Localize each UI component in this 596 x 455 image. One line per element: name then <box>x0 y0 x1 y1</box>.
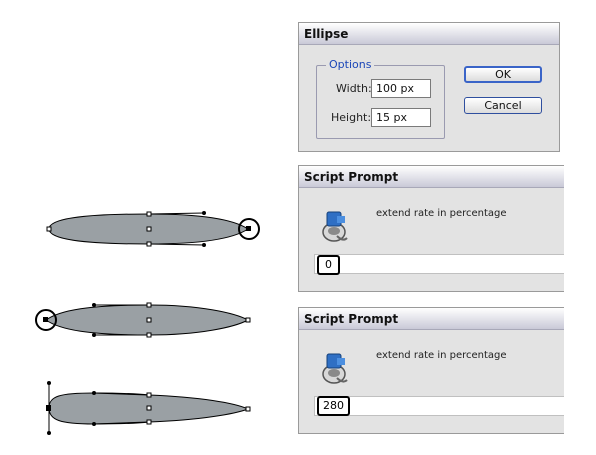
ok-button[interactable]: OK <box>464 66 542 83</box>
script-icon <box>322 211 348 242</box>
options-group <box>316 65 445 139</box>
width-label: Width: <box>336 82 372 95</box>
script-prompt-1: Script Prompt extend rate in percentage … <box>298 165 564 292</box>
script-prompt-1-title: Script Prompt <box>299 166 564 188</box>
height-label: Height: <box>331 111 372 124</box>
height-input[interactable]: 15 px <box>371 108 431 127</box>
options-legend: Options <box>326 59 375 71</box>
script-prompt-2-message: extend rate in percentage <box>376 350 507 361</box>
script-prompt-2-input[interactable] <box>314 396 564 416</box>
script-prompt-1-value[interactable]: 0 <box>317 255 340 275</box>
script-prompt-1-message: extend rate in percentage <box>376 208 507 219</box>
width-input[interactable]: 100 px <box>371 79 431 98</box>
cancel-button[interactable]: Cancel <box>464 97 542 114</box>
script-prompt-2: Script Prompt extend rate in percentage … <box>298 307 564 434</box>
shape-ellipse-extended-right <box>46 211 260 247</box>
ellipse-dialog-title: Ellipse <box>299 23 559 45</box>
script-icon <box>322 353 348 384</box>
script-prompt-2-value[interactable]: 280 <box>317 396 350 416</box>
script-prompt-1-input[interactable] <box>314 254 564 274</box>
shape-ellipse-extended-left <box>35 302 251 338</box>
shape-ellipse-blunt <box>46 381 251 435</box>
script-prompt-2-title: Script Prompt <box>299 308 564 330</box>
ellipse-dialog: Ellipse Options Width: 100 px Height: 15… <box>298 22 560 152</box>
